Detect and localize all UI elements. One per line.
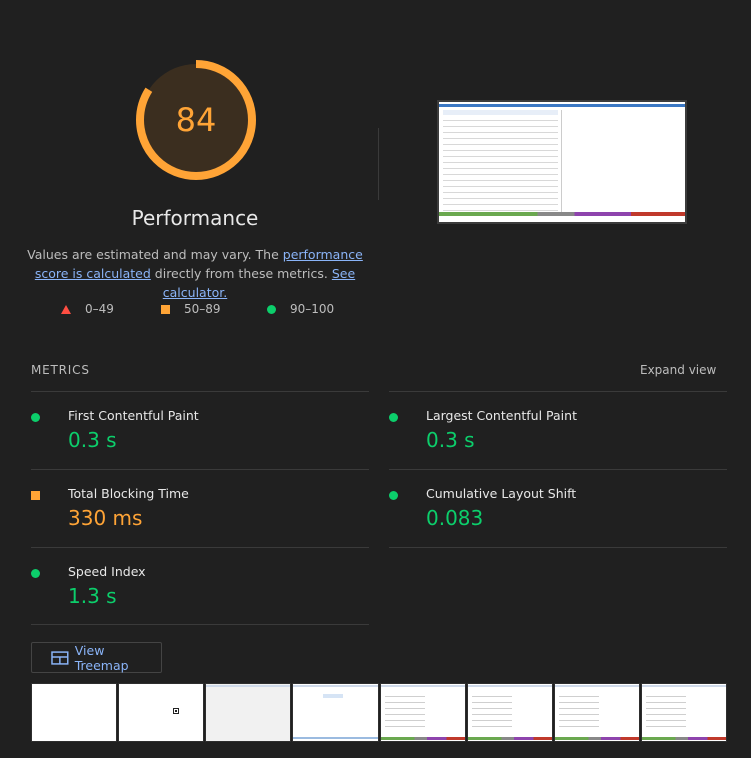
pass-circle-icon bbox=[31, 569, 40, 578]
category-title: Performance bbox=[131, 206, 259, 230]
screenshot-header-bar bbox=[439, 104, 685, 107]
view-treemap-button[interactable]: View Treemap bbox=[31, 642, 162, 673]
divider bbox=[389, 391, 727, 392]
divider bbox=[389, 547, 727, 548]
legend-pass: 90–100 bbox=[267, 302, 334, 316]
metric-name: Largest Contentful Paint bbox=[426, 408, 577, 423]
performance-gauge: 84 bbox=[134, 58, 258, 182]
score-description: Values are estimated and may vary. The p… bbox=[20, 245, 370, 302]
metric-value: 0.083 bbox=[426, 506, 484, 530]
filmstrip-frame bbox=[31, 683, 118, 742]
metric-value: 0.3 s bbox=[426, 428, 475, 452]
pass-circle-icon bbox=[389, 413, 398, 422]
final-screenshot[interactable] bbox=[437, 100, 687, 224]
filmstrip-frame bbox=[292, 683, 379, 742]
filmstrip-frame bbox=[553, 683, 640, 742]
divider bbox=[389, 469, 727, 470]
metric-value: 330 ms bbox=[68, 506, 143, 530]
metric-cumulative-layout-shift: Cumulative Layout Shift 0.083 bbox=[389, 486, 709, 536]
score-value: 84 bbox=[175, 101, 217, 139]
screenshot-footer-bar bbox=[439, 212, 685, 216]
metric-value: 1.3 s bbox=[68, 584, 117, 608]
metric-first-contentful-paint: First Contentful Paint 0.3 s bbox=[31, 408, 351, 458]
view-treemap-label: View Treemap bbox=[74, 642, 129, 673]
legend-label: 0–49 bbox=[85, 302, 114, 316]
metric-speed-index: Speed Index 1.3 s bbox=[31, 564, 351, 614]
divider bbox=[31, 469, 369, 470]
filmstrip-frame bbox=[118, 683, 205, 742]
metric-largest-contentful-paint: Largest Contentful Paint 0.3 s bbox=[389, 408, 709, 458]
legend-average: 50–89 bbox=[161, 302, 221, 316]
pass-circle-icon bbox=[31, 413, 40, 422]
treemap-icon bbox=[51, 650, 69, 665]
divider bbox=[31, 624, 369, 625]
filmstrip-frame bbox=[205, 683, 292, 742]
filmstrip bbox=[31, 683, 728, 742]
circle-icon bbox=[267, 304, 276, 314]
legend-fail: 0–49 bbox=[61, 302, 114, 316]
vertical-divider bbox=[378, 128, 379, 200]
divider bbox=[31, 391, 369, 392]
metric-total-blocking-time: Total Blocking Time 330 ms bbox=[31, 486, 351, 536]
filmstrip-frame bbox=[640, 683, 727, 742]
description-text: Values are estimated and may vary. The bbox=[27, 247, 283, 262]
filmstrip-frame bbox=[466, 683, 553, 742]
square-icon bbox=[161, 304, 170, 314]
metric-name: Speed Index bbox=[68, 564, 146, 579]
legend-label: 90–100 bbox=[290, 302, 335, 316]
metrics-heading: METRICS bbox=[31, 363, 90, 377]
description-text-2: directly from these metrics. bbox=[150, 266, 332, 281]
divider bbox=[31, 547, 369, 548]
expand-view-toggle[interactable]: Expand view bbox=[640, 363, 716, 377]
metric-name: Cumulative Layout Shift bbox=[426, 486, 577, 501]
filmstrip-frame bbox=[379, 683, 466, 742]
metric-name: Total Blocking Time bbox=[68, 486, 189, 501]
triangle-icon bbox=[61, 304, 71, 314]
screenshot-table bbox=[443, 110, 558, 214]
average-square-icon bbox=[31, 491, 40, 500]
legend-label: 50–89 bbox=[184, 302, 221, 316]
pass-circle-icon bbox=[389, 491, 398, 500]
metric-value: 0.3 s bbox=[68, 428, 117, 452]
metric-name: First Contentful Paint bbox=[68, 408, 199, 423]
